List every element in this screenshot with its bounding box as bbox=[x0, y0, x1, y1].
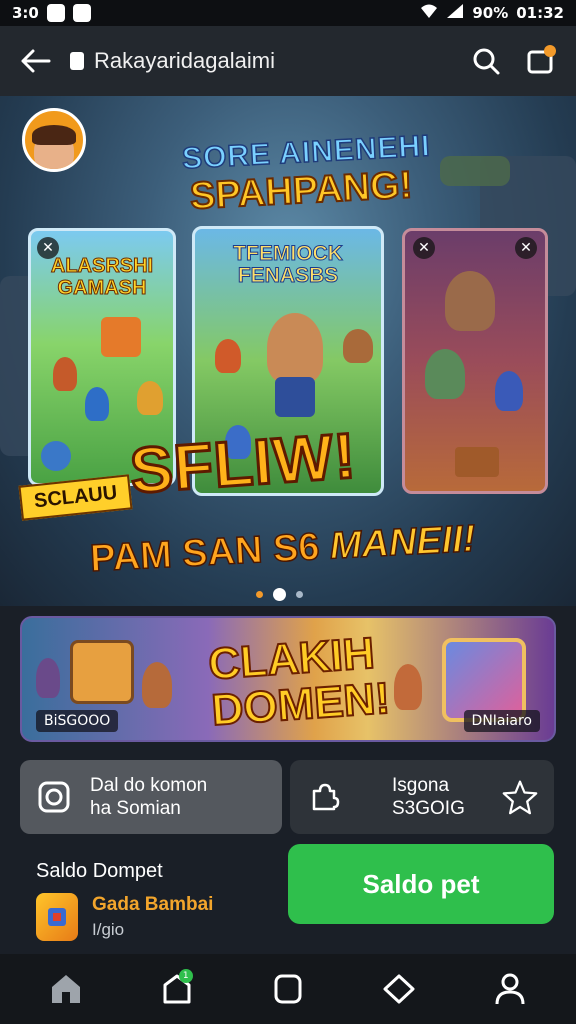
tile-target[interactable]: Dal do komon ha Somian bbox=[20, 760, 282, 834]
target-icon bbox=[36, 779, 72, 815]
promo-title-line2: DOMEN! bbox=[209, 673, 392, 736]
wallet-game-row[interactable]: Gada Bambai I/gio bbox=[36, 893, 213, 941]
close-icon[interactable]: ✕ bbox=[515, 237, 537, 259]
puzzle-icon bbox=[306, 779, 342, 815]
nav-shop-badge: 1 bbox=[178, 969, 193, 983]
wallet-title: Saldo Dompet bbox=[36, 860, 163, 882]
lock-icon bbox=[70, 52, 84, 70]
arrow-left-icon bbox=[21, 49, 51, 73]
diamond-icon bbox=[383, 974, 415, 1004]
carousel-dot-active[interactable] bbox=[273, 588, 286, 601]
hero-subheadline-emph: MANEII! bbox=[328, 517, 477, 568]
wallet-game-sub: I/gio bbox=[92, 920, 125, 939]
promo-tag-left: BiSGOOO bbox=[36, 710, 119, 732]
hero-subheadline-plain: PAM SAN S6 bbox=[88, 525, 332, 581]
notifications-button[interactable] bbox=[520, 41, 560, 81]
carousel-dots[interactable] bbox=[256, 588, 303, 601]
close-icon[interactable]: ✕ bbox=[413, 237, 435, 259]
facebook-icon bbox=[72, 4, 91, 22]
game-cube-icon bbox=[36, 893, 78, 941]
url-text: Rakayaridagalaimi bbox=[94, 48, 275, 73]
search-icon bbox=[473, 48, 500, 75]
game-card-center-title: TFEMIOCK FENASBS bbox=[233, 242, 344, 287]
wifi-icon bbox=[420, 3, 438, 23]
avatar[interactable] bbox=[22, 108, 86, 172]
wallet-section: Saldo Dompet Gada Bambai I/gio bbox=[36, 860, 213, 941]
wallet-button[interactable]: Saldo pet bbox=[288, 844, 554, 924]
hero-subheadline: PAM SAN S6 MANEII! bbox=[88, 517, 477, 581]
home-icon bbox=[51, 975, 80, 1003]
hero-carousel[interactable]: SORE AINENEHI SPAHPANG! ✕ ALASRSHI GAMAS… bbox=[0, 96, 576, 606]
star-icon[interactable] bbox=[502, 779, 538, 815]
bottom-nav: 1 bbox=[0, 954, 576, 1024]
status-time-left: 3:0 bbox=[12, 4, 39, 22]
nav-home[interactable] bbox=[38, 961, 94, 1017]
carousel-dot[interactable] bbox=[256, 591, 263, 598]
address-bar[interactable]: Rakayaridagalaimi bbox=[70, 48, 466, 74]
tile-puzzle[interactable]: Isgona S3GOIG bbox=[290, 760, 554, 834]
signal-icon bbox=[446, 3, 464, 23]
status-clock: 01:32 bbox=[516, 4, 564, 22]
carousel-dot[interactable] bbox=[296, 591, 303, 598]
promo-tag-right: DNIaiaro bbox=[463, 710, 540, 732]
game-card-left-title: ALASRSHI GAMASH bbox=[50, 255, 154, 300]
nav-shop[interactable]: 1 bbox=[149, 961, 205, 1017]
battery-percent: 90% bbox=[472, 4, 509, 22]
square-icon bbox=[274, 974, 302, 1004]
tile-target-line2: ha Somian bbox=[90, 798, 181, 819]
background-rock bbox=[440, 156, 510, 186]
notification-dot bbox=[544, 45, 556, 57]
search-button[interactable] bbox=[466, 41, 506, 81]
tile-target-line1: Dal do komon bbox=[90, 775, 208, 796]
game-card-right[interactable]: ✕ ✕ bbox=[402, 228, 548, 494]
hero-headline: SFLIW! bbox=[126, 418, 360, 509]
top-bar: Rakayaridagalaimi bbox=[0, 26, 576, 96]
wallet-game-name: Gada Bambai bbox=[92, 894, 214, 915]
nav-square[interactable] bbox=[260, 961, 316, 1017]
profile-icon bbox=[495, 973, 525, 1005]
notification-icon bbox=[46, 4, 65, 22]
tile-puzzle-line1: Isgona bbox=[392, 775, 450, 796]
promo-title: CLAKIH DOMEN! bbox=[206, 628, 393, 736]
status-bar: 3:0 90% 01:32 bbox=[0, 0, 576, 26]
nav-diamond[interactable] bbox=[371, 961, 427, 1017]
tile-puzzle-line2: S3GOIG bbox=[392, 798, 465, 819]
nav-profile[interactable] bbox=[482, 961, 538, 1017]
promo-banner[interactable]: CLAKIH DOMEN! BiSGOOO DNIaiaro bbox=[20, 616, 556, 742]
back-button[interactable] bbox=[16, 41, 56, 81]
